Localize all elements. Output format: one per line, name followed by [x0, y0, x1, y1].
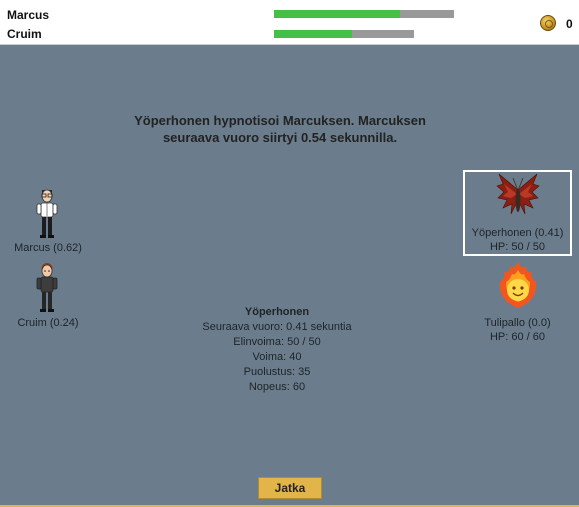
info-line: Seuraava vuoro: 0.41 sekuntia: [202, 321, 352, 333]
cruim-sprite[interactable]: [36, 262, 58, 314]
continue-button[interactable]: Jatka: [258, 477, 322, 499]
party-member-name: Marcus: [7, 8, 50, 22]
moth-sprite[interactable]: [495, 172, 541, 224]
hp-bar-fill: [274, 30, 353, 38]
marcus-sprite[interactable]: [36, 188, 58, 240]
hero-label: Marcus (0.62): [14, 242, 82, 254]
hp-bar: [274, 30, 414, 38]
hp-bar-fill: [274, 10, 400, 18]
battle-message: Yöperhonen hypnotisoi Marcuksen. Marcuks…: [134, 113, 426, 145]
gold-amount: 0: [566, 17, 573, 31]
info-line: Puolustus: 35: [243, 366, 311, 378]
party-status-bar: Marcus Cruim 0: [0, 0, 579, 45]
info-title: Yöperhonen: [244, 306, 310, 318]
hp-bar: [274, 10, 454, 18]
hero-label: Cruim (0.24): [17, 317, 79, 329]
enemy-label: Yöperhonen (0.41): [471, 227, 564, 239]
enemy-label: Tulipallo (0.0): [484, 317, 551, 329]
enemy-hp: HP: 60 / 60: [489, 331, 546, 343]
enemy-info-panel: Yöperhonen Seuraava vuoro: 0.41 sekuntia…: [177, 305, 377, 395]
enemy-hp: HP: 50 / 50: [489, 241, 546, 253]
coin-icon: [540, 15, 556, 31]
info-line: Elinvoima: 50 / 50: [233, 336, 321, 348]
info-line: Voima: 40: [252, 351, 302, 363]
fireball-sprite[interactable]: [496, 260, 540, 312]
info-line: Nopeus: 60: [248, 381, 306, 393]
party-member-name: Cruim: [7, 27, 42, 41]
